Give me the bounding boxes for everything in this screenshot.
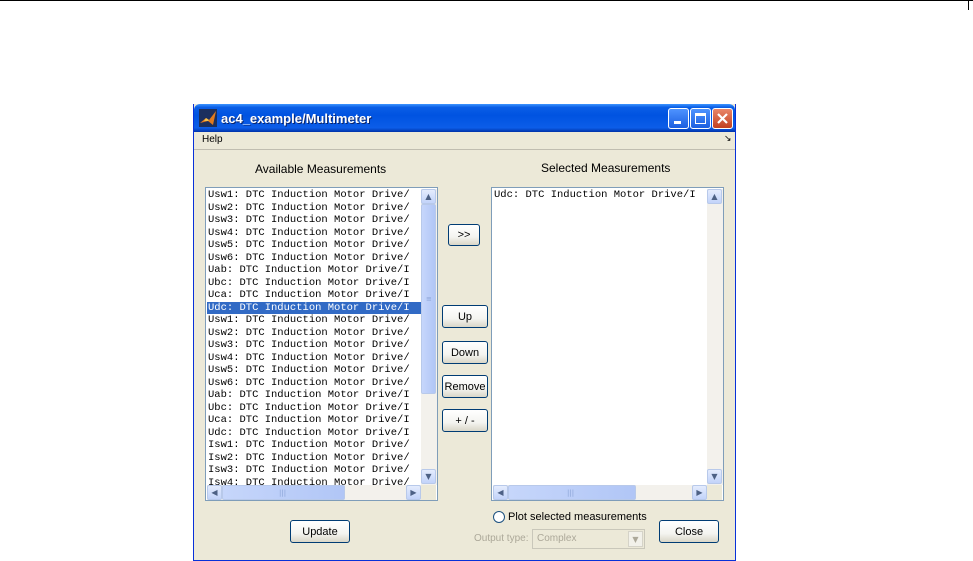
list-item[interactable]: Usw4: DTC Induction Motor Drive/ — [207, 227, 422, 240]
list-item[interactable]: Usw3: DTC Induction Motor Drive/ — [207, 214, 422, 227]
scroll-up-icon[interactable]: ▲ — [707, 189, 722, 204]
multimeter-window: ac4_example/Multimeter Help ↘ Available … — [193, 104, 736, 561]
menu-bar: Help ↘ — [194, 132, 735, 150]
plot-selected-label: Plot selected measurements — [508, 511, 647, 523]
move-down-button[interactable]: Down — [442, 341, 488, 364]
scroll-down-icon[interactable]: ▼ — [421, 469, 436, 484]
scroll-corner — [421, 485, 436, 500]
list-item[interactable]: Usw5: DTC Induction Motor Drive/ — [207, 239, 422, 252]
list-item[interactable]: Isw1: DTC Induction Motor Drive/ — [207, 439, 422, 452]
scroll-left-icon[interactable]: ◀ — [493, 485, 508, 500]
grip-icon: ≡ — [426, 295, 432, 303]
list-item[interactable]: Isw3: DTC Induction Motor Drive/ — [207, 464, 422, 477]
available-vscroll-thumb[interactable]: ≡ — [421, 204, 436, 394]
list-item[interactable]: Ubc: DTC Induction Motor Drive/I — [207, 277, 422, 290]
scroll-down-icon[interactable]: ▼ — [707, 469, 722, 484]
selected-items-container: Udc: DTC Induction Motor Drive/I — [493, 189, 708, 485]
add-measurement-button[interactable]: >> — [448, 224, 480, 246]
page-top-rule — [0, 0, 973, 1]
list-item[interactable]: Usw6: DTC Induction Motor Drive/ — [207, 252, 422, 265]
list-item[interactable]: Usw3: DTC Induction Motor Drive/ — [207, 339, 422, 352]
page-corner-tick — [968, 0, 969, 10]
list-item[interactable]: Uab: DTC Induction Motor Drive/I — [207, 389, 422, 402]
list-item[interactable]: Uca: DTC Induction Motor Drive/I — [207, 289, 422, 302]
list-item[interactable]: Usw1: DTC Induction Motor Drive/ — [207, 314, 422, 327]
list-item[interactable]: Uca: DTC Induction Motor Drive/I — [207, 414, 422, 427]
update-button[interactable]: Update — [290, 520, 350, 543]
available-hscroll-thumb[interactable]: ||| — [222, 485, 345, 500]
list-item[interactable]: Usw5: DTC Induction Motor Drive/ — [207, 364, 422, 377]
output-type-label: Output type: — [474, 533, 529, 544]
chevron-down-icon: ▼ — [628, 531, 643, 547]
list-item[interactable]: Usw1: DTC Induction Motor Drive/ — [207, 189, 422, 202]
grip-icon: ||| — [567, 489, 575, 497]
minimize-button[interactable] — [668, 108, 689, 129]
available-measurements-heading: Available Measurements — [255, 162, 387, 176]
list-item[interactable]: Usw2: DTC Induction Motor Drive/ — [207, 202, 422, 215]
title-bar[interactable]: ac4_example/Multimeter — [194, 104, 735, 132]
maximize-button[interactable] — [690, 108, 711, 129]
available-items-container: Usw1: DTC Induction Motor Drive/Usw2: DT… — [207, 189, 422, 485]
close-window-button[interactable] — [712, 108, 733, 129]
scroll-corner — [707, 485, 722, 500]
move-up-button[interactable]: Up — [442, 305, 488, 328]
maximize-icon — [695, 113, 706, 124]
scroll-up-icon[interactable]: ▲ — [421, 189, 436, 204]
remove-button[interactable]: Remove — [442, 375, 488, 398]
selected-vertical-scrollbar[interactable]: ▲ ▼ — [707, 189, 723, 485]
scroll-right-icon[interactable]: ▶ — [692, 485, 707, 500]
list-item[interactable]: Uab: DTC Induction Motor Drive/I — [207, 264, 422, 277]
close-button[interactable]: Close — [659, 520, 719, 543]
list-item[interactable]: Ubc: DTC Induction Motor Drive/I — [207, 402, 422, 415]
selected-measurements-heading: Selected Measurements — [541, 161, 671, 175]
scroll-left-icon[interactable]: ◀ — [207, 485, 222, 500]
dock-arrow-icon[interactable]: ↘ — [724, 135, 732, 144]
menu-help[interactable]: Help — [202, 134, 223, 145]
list-item[interactable]: Udc: DTC Induction Motor Drive/I — [207, 427, 422, 440]
selected-hscroll-thumb[interactable]: ||| — [508, 485, 636, 500]
available-vertical-scrollbar[interactable]: ▲ ≡ ▼ — [421, 189, 437, 485]
list-item[interactable]: Usw4: DTC Induction Motor Drive/ — [207, 352, 422, 365]
plot-selected-radio[interactable] — [493, 511, 505, 523]
list-item[interactable]: Isw2: DTC Induction Motor Drive/ — [207, 452, 422, 465]
list-item[interactable]: Usw2: DTC Induction Motor Drive/ — [207, 327, 422, 340]
list-item[interactable]: Usw6: DTC Induction Motor Drive/ — [207, 377, 422, 390]
available-measurements-list[interactable]: Usw1: DTC Induction Motor Drive/Usw2: DT… — [205, 187, 438, 501]
window-title: ac4_example/Multimeter — [221, 111, 372, 126]
output-type-select[interactable]: Complex ▼ — [532, 529, 645, 549]
matlab-icon — [199, 109, 217, 127]
list-item[interactable]: Udc: DTC Induction Motor Drive/I — [207, 301, 422, 314]
list-item[interactable]: Udc: DTC Induction Motor Drive/I — [493, 189, 708, 202]
scroll-right-icon[interactable]: ▶ — [406, 485, 421, 500]
minimize-icon — [674, 121, 681, 124]
selected-horizontal-scrollbar[interactable]: ◀ ||| ▶ — [493, 485, 707, 500]
grip-icon: ||| — [279, 489, 287, 497]
close-icon — [717, 113, 728, 124]
selected-measurements-list[interactable]: Udc: DTC Induction Motor Drive/I ▲ ▼ ◀ |… — [491, 187, 724, 501]
available-horizontal-scrollbar[interactable]: ◀ ||| ▶ — [207, 485, 421, 500]
sign-toggle-button[interactable]: + / - — [442, 409, 488, 432]
list-item[interactable]: Isw4: DTC Induction Motor Drive/ — [207, 477, 422, 486]
output-type-value: Complex — [537, 533, 577, 544]
